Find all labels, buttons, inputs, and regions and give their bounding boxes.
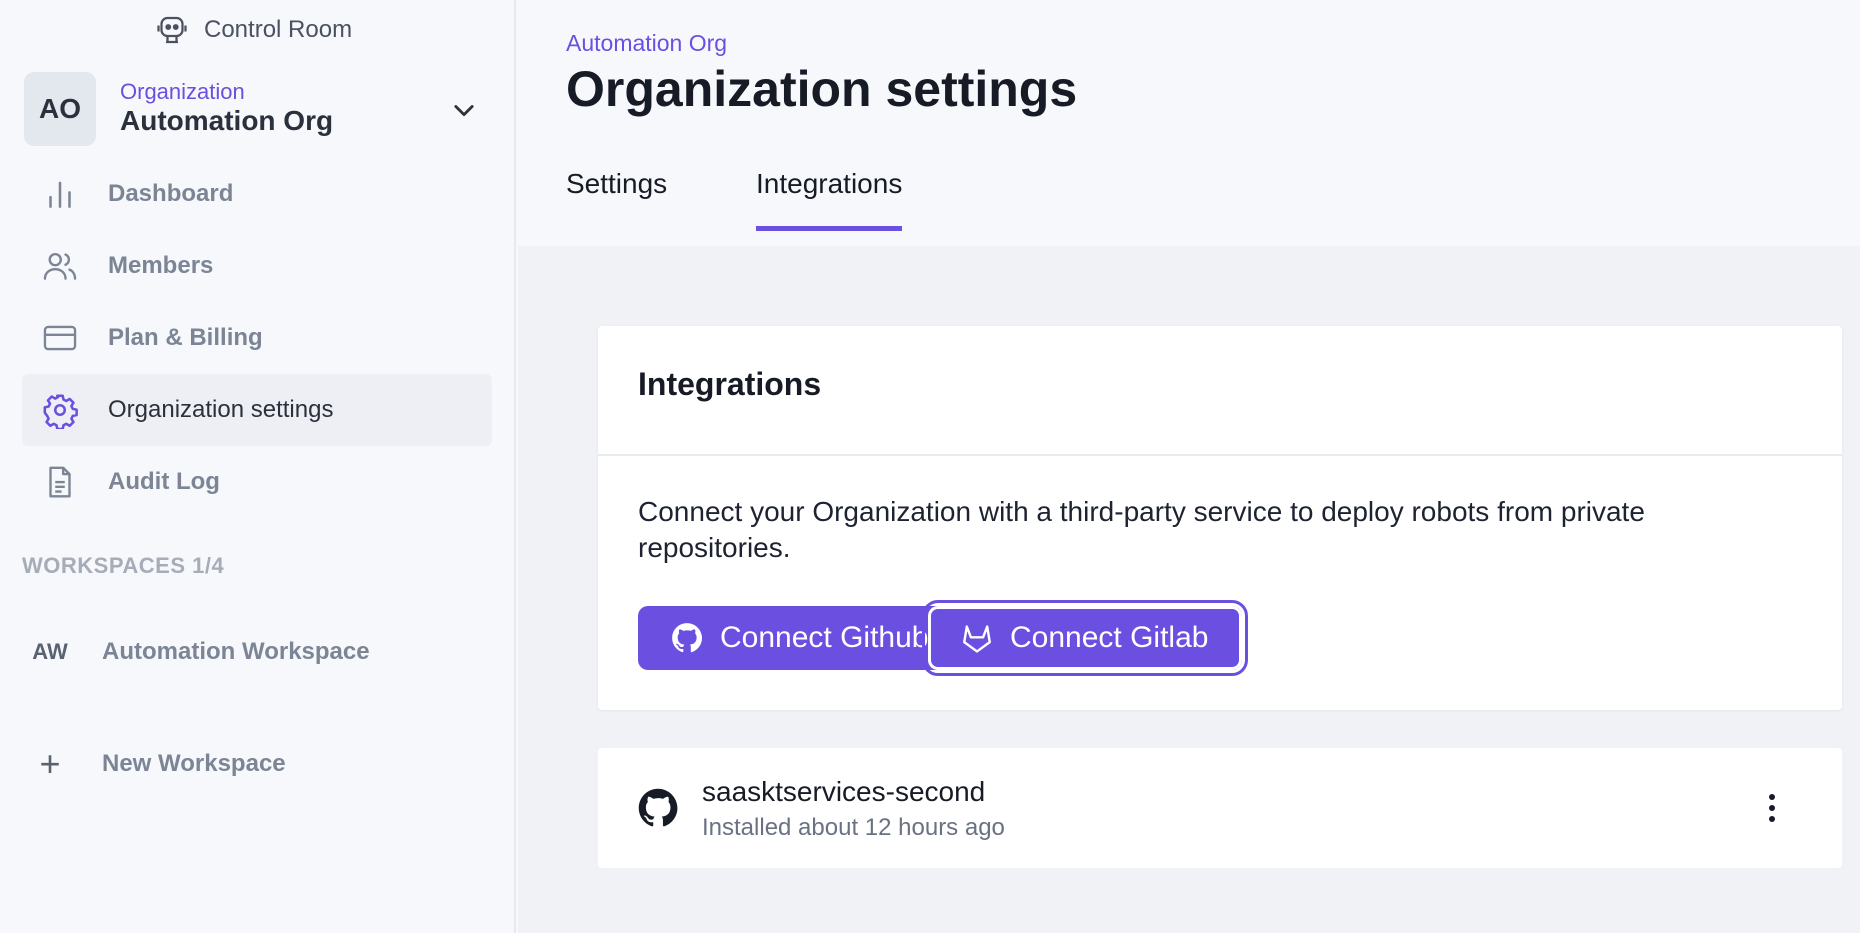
workspace-item[interactable]: AW Automation Workspace (22, 622, 492, 682)
integrations-title: Integrations (638, 366, 822, 402)
connect-gitlab-button[interactable]: Connect Gitlab (921, 600, 1249, 676)
sidebar-item-billing[interactable]: Plan & Billing (22, 302, 492, 374)
org-kicker: Organization (120, 79, 245, 104)
org-name: Automation Org (120, 105, 334, 136)
new-workspace-button[interactable]: + New Workspace (22, 734, 492, 794)
divider (598, 454, 1842, 456)
sidebar-item-organization-settings[interactable]: Organization settings (22, 374, 492, 446)
brand-name: Control Room (204, 16, 353, 43)
github-icon (638, 788, 678, 827)
integrations-card: Integrations Connect your Organization w… (598, 326, 1842, 710)
credit-card-icon (40, 318, 80, 358)
sidebar: Control Room AO Organization Automation … (0, 0, 516, 933)
tab-settings[interactable]: Settings (566, 168, 667, 226)
sidebar-item-members[interactable]: Members (22, 230, 492, 302)
gitlab-icon (963, 625, 991, 653)
github-icon (672, 623, 703, 653)
main-content: Integrations Connect your Organization w… (518, 246, 1860, 933)
connect-gitlab-label: Connect Gitlab (1010, 621, 1209, 654)
workspace-abbr: AW (32, 639, 68, 664)
sidebar-item-dashboard[interactable]: Dashboard (22, 158, 492, 230)
sidebar-item-label: Organization settings (108, 396, 334, 423)
org-avatar: AO (24, 72, 96, 146)
workspace-name: Automation Workspace (102, 638, 370, 665)
sidebar-item-label: Dashboard (108, 180, 234, 207)
connect-github-button[interactable]: Connect Github (638, 606, 963, 670)
sidebar-item-label: Plan & Billing (108, 324, 263, 351)
breadcrumb[interactable]: Automation Org (566, 30, 727, 57)
connection-status: Installed about 12 hours ago (702, 814, 1005, 841)
new-workspace-label: New Workspace (102, 750, 286, 777)
gear-icon (40, 390, 80, 430)
sidebar-item-label: Audit Log (108, 468, 220, 495)
chevron-down-icon (454, 105, 474, 117)
robot-icon (157, 16, 187, 44)
document-icon (40, 462, 80, 502)
brand[interactable]: Control Room (154, 10, 352, 50)
page-title: Organization settings (566, 61, 1078, 117)
sidebar-item-audit-log[interactable]: Audit Log (22, 446, 492, 518)
users-icon (40, 246, 80, 286)
tab-integrations[interactable]: Integrations (756, 168, 903, 231)
bar-chart-icon (40, 174, 80, 214)
org-switcher[interactable]: AO Organization Automation Org (24, 72, 494, 146)
integrations-description: Connect your Organization with a third-p… (638, 496, 1645, 563)
plus-icon: + (39, 743, 61, 784)
workspaces-section-title: WORKSPACES 1/4 (22, 553, 225, 578)
more-options-icon[interactable] (1762, 788, 1782, 828)
sidebar-item-label: Members (108, 252, 214, 279)
connection-name: saasktservices-second (702, 776, 986, 807)
connect-github-label: Connect Github (720, 621, 929, 654)
connection-row: saasktservices-second Installed about 12… (598, 748, 1842, 868)
page-header: Automation Org Organization settings Set… (518, 0, 1860, 246)
